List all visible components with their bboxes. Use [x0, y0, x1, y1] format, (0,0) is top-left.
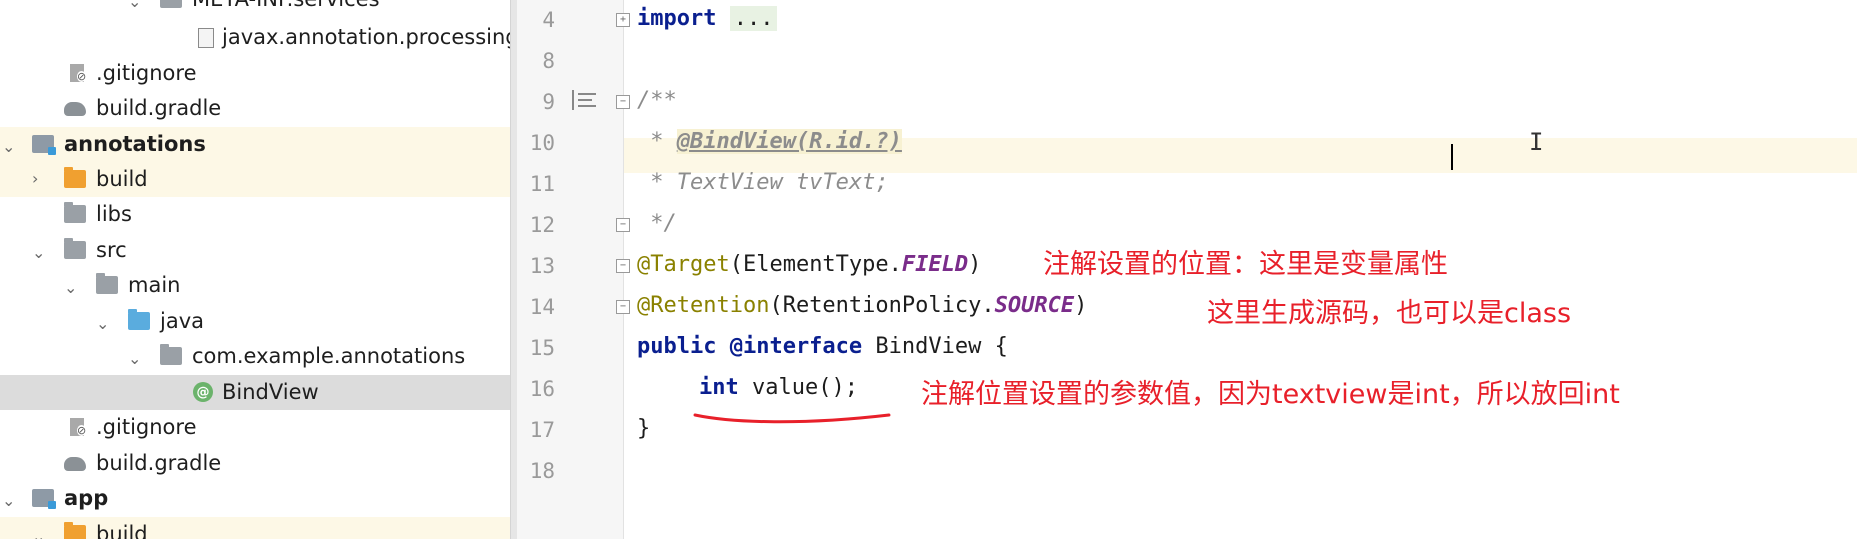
- ibeam-cursor-icon: I: [1529, 128, 1544, 156]
- fold-collapse-icon[interactable]: −: [616, 218, 630, 232]
- tree-item-gitignore-2[interactable]: .gitignore: [0, 410, 510, 445]
- line-number: 10: [529, 131, 555, 155]
- folder-icon: [64, 238, 86, 259]
- tree-item-main-folder[interactable]: ⌄ main: [0, 268, 510, 303]
- line-number: 11: [529, 172, 555, 196]
- tree-item-bindview[interactable]: @ BindView: [0, 375, 510, 410]
- code-line-17: }: [637, 416, 651, 441]
- tree-item-meta-inf-services[interactable]: ⌄ META-INF.services: [0, 0, 510, 17]
- folder-icon: [160, 0, 182, 8]
- tree-item-src-folder[interactable]: ⌄ src: [0, 233, 510, 268]
- gitignore-icon: [70, 418, 87, 436]
- gradle-icon: [64, 457, 86, 471]
- chevron-down-icon[interactable]: ⌄: [2, 139, 15, 155]
- annotation-icon: @: [193, 382, 213, 402]
- line-number: 9: [542, 90, 555, 114]
- tree-item-app-module[interactable]: ⌄ app: [0, 481, 510, 516]
- chevron-down-icon[interactable]: ⌄: [96, 316, 109, 332]
- line-number: 17: [529, 418, 555, 442]
- fold-collapse-icon[interactable]: −: [616, 259, 630, 273]
- code-line-4: import ...: [637, 6, 778, 31]
- code-line-10: * @BindView(R.id.?): [637, 129, 902, 154]
- line-number: 18: [529, 459, 555, 483]
- folder-icon: [96, 273, 118, 294]
- chevron-down-icon[interactable]: ⌄: [64, 280, 77, 296]
- tree-item-libs-folder[interactable]: libs: [0, 197, 510, 232]
- module-icon: [32, 489, 56, 509]
- code-line-13: @Target(ElementType.FIELD): [637, 252, 982, 277]
- fold-expand-icon[interactable]: +: [616, 13, 630, 27]
- text-caret: [1451, 144, 1453, 170]
- tree-item-build-gradle-2[interactable]: build.gradle: [0, 446, 510, 481]
- line-number: 8: [542, 49, 555, 73]
- chevron-down-icon[interactable]: ⌄: [32, 245, 45, 261]
- code-editor[interactable]: 4 8 9 10 11 12 13 14 15 16 17 18 + − − −…: [517, 0, 1857, 539]
- folder-icon: [64, 522, 86, 539]
- line-number: 4: [542, 8, 555, 32]
- note-value: 注解位置设置的参数值，因为textview是int，所以放回int: [921, 379, 1620, 410]
- line-number: 16: [529, 377, 555, 401]
- panel-splitter[interactable]: [510, 0, 517, 539]
- tree-item-processor-file[interactable]: javax.annotation.processing.: [0, 20, 510, 55]
- code-line-12: */: [637, 211, 677, 236]
- code-line-11: * TextView tvText;: [637, 170, 889, 195]
- note-target: 注解设置的位置：这里是变量属性: [1043, 249, 1448, 280]
- tree-item-gitignore[interactable]: .gitignore: [0, 56, 510, 91]
- chevron-down-icon[interactable]: ⌄: [32, 529, 45, 539]
- chevron-right-icon[interactable]: ›: [32, 171, 44, 187]
- javadoc-tag: @BindView(R.id.?): [676, 129, 902, 154]
- file-icon: [198, 28, 214, 48]
- tree-item-build-folder[interactable]: › build: [0, 162, 510, 197]
- folder-icon: [64, 202, 86, 223]
- line-number: 12: [529, 213, 555, 237]
- fold-collapse-icon[interactable]: −: [616, 95, 630, 109]
- chevron-down-icon[interactable]: ⌄: [128, 0, 141, 10]
- chevron-down-icon[interactable]: ⌄: [128, 351, 141, 367]
- source-folder-icon: [128, 309, 150, 330]
- tree-item-annotations-module[interactable]: ⌄ annotations: [0, 127, 510, 162]
- tree-item-app-build[interactable]: ⌄ build: [0, 517, 510, 539]
- line-number: 15: [529, 336, 555, 360]
- tree-item-package[interactable]: ⌄ com.example.annotations: [0, 339, 510, 374]
- chevron-down-icon[interactable]: ⌄: [2, 493, 15, 509]
- code-line-15: public @interface BindView {: [637, 334, 1008, 359]
- fold-collapse-icon[interactable]: −: [616, 300, 630, 314]
- folded-imports[interactable]: ...: [729, 6, 778, 31]
- module-icon: [32, 135, 56, 155]
- note-retention: 这里生成源码，也可以是class: [1207, 298, 1572, 329]
- package-icon: [160, 344, 182, 365]
- folder-icon: [64, 167, 86, 188]
- line-number: 14: [529, 295, 555, 319]
- javadoc-render-icon[interactable]: [572, 90, 596, 110]
- tree-item-java-folder[interactable]: ⌄ java: [0, 304, 510, 339]
- project-tree-panel: ⌄ META-INF.services javax.annotation.pro…: [0, 0, 510, 539]
- tree-item-build-gradle[interactable]: build.gradle: [0, 91, 510, 126]
- code-line-16: int value();: [699, 375, 858, 400]
- line-number: 13: [529, 254, 555, 278]
- code-line-14: @Retention(RetentionPolicy.SOURCE): [637, 293, 1088, 318]
- gitignore-icon: [70, 64, 87, 82]
- gradle-icon: [64, 102, 86, 116]
- red-underline-mark: [693, 413, 891, 424]
- code-line-9: /**: [637, 88, 677, 113]
